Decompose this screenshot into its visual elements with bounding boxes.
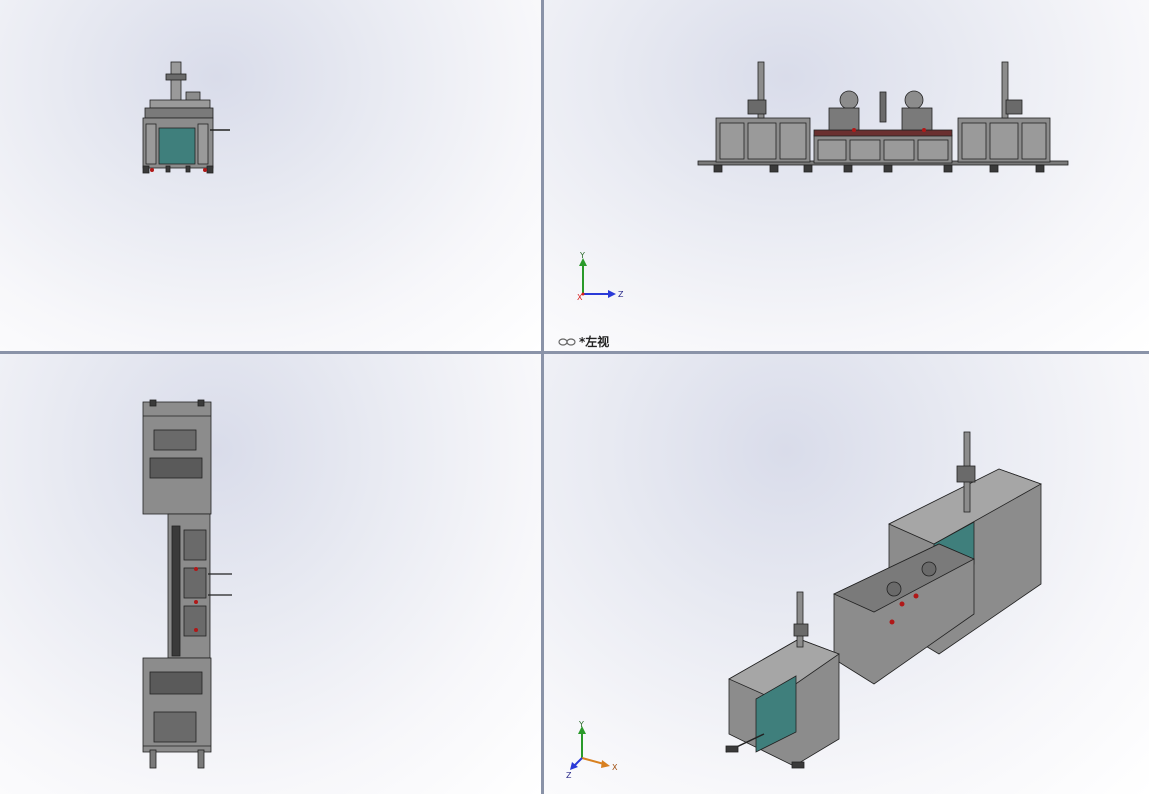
axis-z-label: Z: [618, 290, 624, 299]
viewport-left[interactable]: Y Z X *左视: [544, 0, 1149, 351]
view-name: *左视: [579, 335, 610, 349]
axis-triad: Y Z X: [577, 251, 624, 302]
model-top-view: [142, 399, 232, 769]
axis-x-label: X: [577, 293, 583, 302]
viewport-top[interactable]: [0, 354, 541, 794]
axis-y-label-iso: Y: [578, 720, 584, 729]
axis-triad-iso: Y Z X: [566, 720, 618, 778]
model-isometric-view: [725, 431, 1042, 769]
viewport-isometric[interactable]: Y Z X: [544, 354, 1149, 794]
axis-x-label-iso: X: [612, 763, 618, 772]
model-left-view: [697, 61, 1069, 173]
view-name-label: *左视: [558, 333, 609, 350]
axis-z-label-iso: Z: [566, 771, 572, 778]
viewport-front[interactable]: [0, 0, 541, 351]
model-front-view: [142, 61, 230, 174]
glasses-icon: [558, 337, 576, 346]
axis-y-label: Y: [579, 251, 585, 260]
